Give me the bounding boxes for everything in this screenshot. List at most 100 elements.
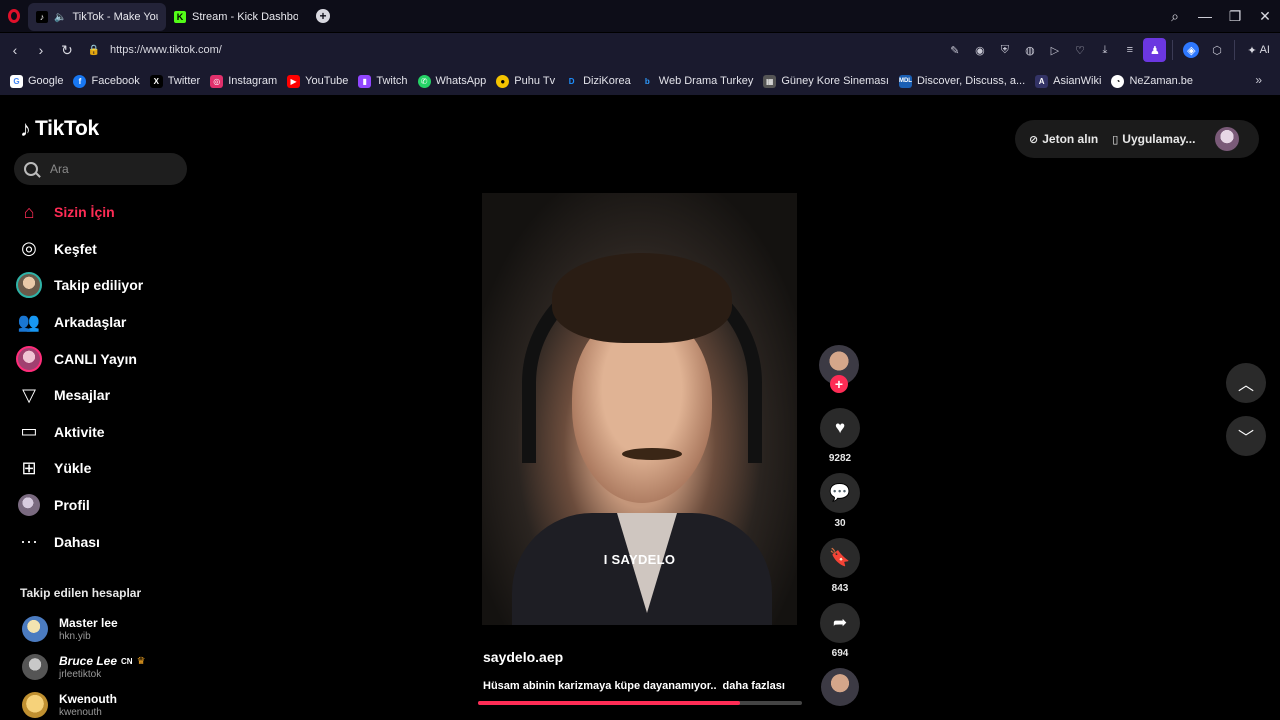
comment-action[interactable]: 💬 30 [819,473,861,530]
bookmark-dizikorea[interactable]: D DiziKorea [565,74,631,88]
heart-icon[interactable]: ♥ [820,408,860,448]
bookmark-google[interactable]: G Google [10,74,63,88]
bookmark-guneykore[interactable]: ▦ Güney Kore Sineması [763,74,889,88]
user-avatar[interactable] [1215,127,1240,151]
nav-activity[interactable]: ▭ Aktivite [14,414,143,451]
comment-icon[interactable]: 💬 [820,473,860,513]
bookmark-label: Twitch [376,75,408,87]
sparkle-icon: ✦ [1247,44,1257,57]
separator [1234,40,1236,60]
bookmark-asianwiki[interactable]: A AsianWiki [1035,74,1101,88]
bookmark-twitter[interactable]: X Twitter [149,74,200,88]
ai-button[interactable]: ✦ AI [1241,44,1276,57]
bookmark-label: Facebook [91,75,140,87]
cube-icon[interactable]: ⬡ [1205,38,1228,62]
tiktok-logo[interactable]: ♪ TikTok [20,117,99,141]
bookmark-whatsapp[interactable]: ✆ WhatsApp [417,74,486,88]
followed-account[interactable]: Kwenouth kwenouth [20,692,117,718]
download-icon[interactable]: ⤓ [1093,38,1116,62]
video-player[interactable]: I SAYDELO [482,193,797,625]
minimize-button[interactable]: — [1190,0,1220,32]
nav-profile[interactable]: Profil [14,487,143,524]
youtube-icon: ▶ [287,74,301,88]
nav-friends[interactable]: 👥 Arkadaşlar [14,304,143,341]
bookmark-label: DiziKorea [583,75,631,87]
bookmark-label: Web Drama Turkey [658,75,754,87]
bookmark-twitch[interactable]: ▮ Twitch [358,74,408,88]
nav-live[interactable]: CANLI Yayın [14,340,143,377]
avatar [22,654,48,680]
bookmark-instagram[interactable]: ◎ Instagram [210,74,277,88]
video-progress-bar[interactable] [478,701,802,705]
menu-icon[interactable]: ≡ [1118,38,1141,62]
next-video-button[interactable]: ﹀ [1226,416,1266,456]
bookmark-facebook[interactable]: f Facebook [73,74,140,88]
like-action[interactable]: ♥ 9282 [819,408,861,465]
activity-icon: ▭ [20,421,38,442]
vpn-icon[interactable]: ◍ [1018,38,1041,62]
share-icon[interactable]: ➦ [820,603,860,643]
follow-plus-button[interactable]: + [830,375,848,393]
nav-messages[interactable]: ▽ Mesajlar [14,377,143,414]
tab-tiktok[interactable]: ♪ 🔈 TikTok - Make Your Da [28,3,166,31]
sidebar-nav: ⌂ Sizin İçin ◎ Keşfet Takip ediliyor 👥 A… [14,194,143,560]
nav-following[interactable]: Takip ediliyor [14,267,143,304]
nav-more[interactable]: ··· Dahası [14,523,143,560]
search-input[interactable] [48,161,182,177]
whatsapp-icon: ✆ [417,74,431,88]
save-action[interactable]: 🔖 843 [819,538,861,595]
opera-logo-icon[interactable] [0,0,28,32]
new-tab-button[interactable]: + [316,9,330,23]
bookmark-discover[interactable]: MDL Discover, Discuss, a... [898,74,1025,88]
google-icon: G [10,74,23,88]
bookmark-nezaman[interactable]: ◔ NeZaman.be [1111,74,1193,88]
phone-icon: ▯ [1112,133,1119,146]
description-text: Hüsam abinin karizmaya küpe dayanamıyor.… [483,680,717,692]
edit-icon[interactable]: ✎ [943,38,966,62]
bookmark-webdrama[interactable]: b Web Drama Turkey [640,74,754,88]
puhutv-icon: ● [496,74,510,88]
bookmark-youtube[interactable]: ▶ YouTube [287,74,348,88]
music-disc-avatar[interactable] [821,668,859,706]
nav-for-you[interactable]: ⌂ Sizin İçin [14,194,143,231]
search-box[interactable] [14,153,187,185]
extension-icon[interactable]: ◈ [1183,42,1200,58]
bookmarks-overflow-icon[interactable]: » [1255,73,1262,87]
like-count: 9282 [828,453,852,464]
share-action[interactable]: ➦ 694 [819,603,861,660]
previous-video-button[interactable]: ︿ [1226,363,1266,403]
country-badge: CN [121,656,133,666]
play-icon[interactable]: ▷ [1043,38,1066,62]
show-more-link[interactable]: daha fazlası [723,680,785,692]
forward-button[interactable]: › [28,36,54,64]
get-coins-button[interactable]: ⊘ Jeton alın [1029,132,1098,146]
nav-label: CANLI Yayın [54,350,137,367]
upload-icon: ⊞ [21,457,37,478]
video-username[interactable]: saydelo.aep [483,649,563,665]
shield-icon[interactable]: ⛨ [993,38,1016,62]
back-button[interactable]: ‹ [2,36,28,64]
get-app-button[interactable]: ▯ Uygulamay... [1112,132,1195,146]
speaker-icon[interactable]: 🔈 [54,12,66,23]
url-field[interactable]: https://www.tiktok.com/ [110,44,222,56]
profile-icon[interactable]: ♟ [1143,38,1167,62]
close-window-button[interactable]: ✕ [1250,0,1280,32]
followed-account[interactable]: Master lee hkn.yib [20,616,118,642]
search-tabs-icon[interactable]: ⌕ [1160,0,1190,32]
lock-icon[interactable]: 🔒 [88,44,100,56]
dizikorea-icon: D [565,74,579,88]
followed-account[interactable]: Bruce Lee CN ♛ jrleetiktok [20,654,146,680]
asianwiki-icon: A [1035,74,1049,88]
nav-explore[interactable]: ◎ Keşfet [14,231,143,268]
heart-icon[interactable]: ♡ [1068,38,1091,62]
tab-kick[interactable]: K Stream - Kick Dashboard [166,3,306,31]
app-label: Uygulamay... [1122,132,1196,146]
bookmark-icon[interactable]: 🔖 [820,538,860,578]
compass-icon: ◎ [21,238,37,259]
maximize-button[interactable]: ❐ [1220,0,1250,32]
creator-avatar[interactable]: + [819,345,859,393]
reload-button[interactable]: ↻ [54,36,80,64]
bookmark-puhutv[interactable]: ● Puhu Tv [496,74,555,88]
nav-upload[interactable]: ⊞ Yükle [14,450,143,487]
camera-icon[interactable]: ◉ [968,38,991,62]
